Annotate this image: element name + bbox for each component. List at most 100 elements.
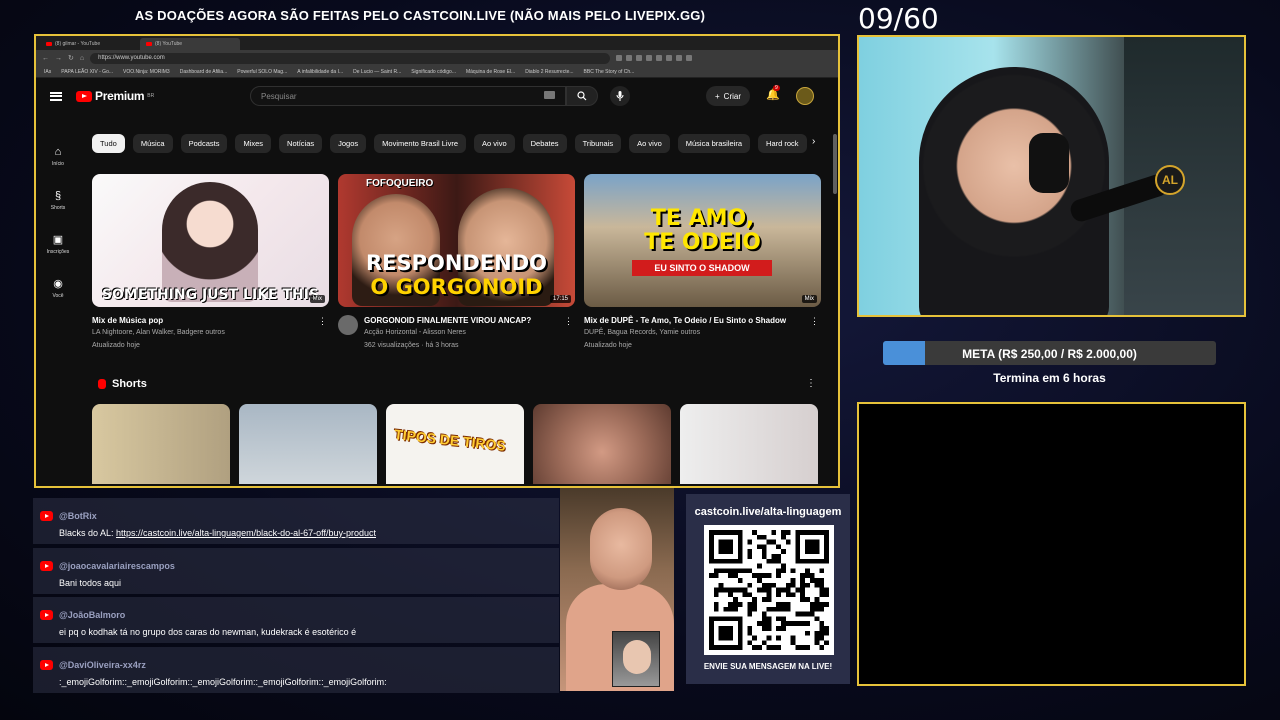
chip[interactable]: Podcasts: [180, 134, 228, 153]
chip[interactable]: Movimento Brasil Livre: [374, 134, 467, 153]
keyboard-icon[interactable]: [544, 91, 555, 99]
qr-panel: castcoin.live/alta-linguagem ENVIE SUA M…: [686, 494, 850, 684]
short-caption: TIPOS DE TIROS: [393, 426, 507, 454]
browser-tab-active[interactable]: (8) YouTube: [140, 38, 240, 50]
voice-search-button[interactable]: [610, 86, 630, 106]
extension-icon[interactable]: [676, 55, 683, 61]
search-button[interactable]: [566, 86, 598, 106]
video-stats: Atualizado hoje: [584, 342, 632, 349]
video-title[interactable]: GORGONOID FINALMENTE VIROU ANCAP?: [364, 315, 531, 326]
short-thumbnail[interactable]: [680, 404, 818, 484]
plus-icon: +: [715, 91, 720, 101]
subscriptions-icon: ▣: [52, 234, 64, 246]
address-bar[interactable]: https://www.youtube.com: [90, 52, 611, 64]
extension-icon[interactable]: [636, 55, 643, 61]
bookmark[interactable]: Diablo 2 Resurrecte...: [525, 69, 573, 75]
sidebar-item-home[interactable]: ⌂ Início: [36, 134, 80, 178]
chip[interactable]: Música: [132, 134, 173, 153]
chip[interactable]: Ao vivo: [629, 134, 670, 153]
bookmark[interactable]: Powerful SOLO Mag...: [237, 69, 287, 75]
inset-face: [623, 640, 651, 674]
thumbnail-caption-top: FOFOQUEIRO: [366, 178, 434, 189]
chip[interactable]: Tribunais: [574, 134, 622, 153]
extension-icon[interactable]: [656, 55, 663, 61]
bookmark[interactable]: IAs: [44, 69, 51, 75]
chip[interactable]: Hard rock: [758, 134, 807, 153]
video-thumbnail[interactable]: FOFOQUEIRO RESPONDENDO O GORGONOID 17:15: [338, 174, 575, 307]
chip[interactable]: Notícias: [279, 134, 323, 153]
chat-username: @joaocavalariairescampos: [59, 561, 175, 571]
more-options-icon[interactable]: ⋮: [318, 316, 327, 327]
you-icon: ◉: [53, 278, 63, 290]
bookmark[interactable]: Significado código...: [411, 69, 456, 75]
video-card[interactable]: SOMETHING JUST LIKE THIS Mix Mix de Músi…: [92, 174, 329, 352]
youtube-icon: [40, 660, 53, 670]
bookmark[interactable]: Dashboard de Afilia...: [180, 69, 228, 75]
chip[interactable]: Debates: [522, 134, 567, 153]
more-options-icon[interactable]: ⋮: [806, 378, 816, 389]
bookmark[interactable]: PAPA LEÃO XIV - Go...: [61, 69, 113, 75]
chat-text: ei pq o kodhak tá no grupo dos caras do …: [59, 627, 357, 637]
chip[interactable]: Jogos: [330, 134, 367, 153]
video-meta: Mix de DUPÊ - Te Amo, Te Odeio / Eu Sint…: [584, 315, 821, 352]
more-options-icon[interactable]: ⋮: [810, 316, 819, 327]
account-avatar[interactable]: [796, 87, 814, 105]
video-card[interactable]: TE AMO, TE ODEIO EU SINTO O SHADOW Mix M…: [584, 174, 821, 352]
home-icon[interactable]: ⌂: [80, 55, 84, 62]
extension-icon[interactable]: [646, 55, 653, 61]
reload-icon[interactable]: ↻: [68, 54, 74, 62]
short-thumbnail[interactable]: [533, 404, 671, 484]
channel-avatar[interactable]: [338, 315, 358, 335]
thumbnail-caption: TE ODEIO: [644, 230, 761, 255]
chip[interactable]: Mixes: [235, 134, 272, 153]
extension-icon[interactable]: [686, 55, 693, 61]
bookmark[interactable]: BBC The Story of Ch...: [584, 69, 635, 75]
create-button[interactable]: + Criar: [706, 86, 751, 106]
bookmark[interactable]: De Lucio — Saint R...: [353, 69, 401, 75]
search-input[interactable]: Pesquisar: [250, 86, 566, 106]
more-options-icon[interactable]: ⋮: [564, 316, 573, 327]
youtube-logo[interactable]: Premium BR: [76, 89, 154, 103]
sidebar-item-you[interactable]: ◉ Você: [36, 266, 80, 310]
chevron-right-icon[interactable]: ›: [812, 136, 815, 147]
video-title[interactable]: Mix de DUPÊ - Te Amo, Te Odeio / Eu Sint…: [584, 315, 786, 326]
extension-icon[interactable]: [616, 55, 623, 61]
notifications-bell-icon[interactable]: 🔔 9: [766, 85, 780, 101]
chip[interactable]: Música brasileira: [677, 134, 751, 153]
bookmarks-bar: IAs PAPA LEÃO XIV - Go... VOO.Ninja: MOR…: [36, 66, 838, 78]
mic-icon: [616, 91, 624, 101]
sidebar-item-subscriptions[interactable]: ▣ Inscrições: [36, 222, 80, 266]
scrollbar[interactable]: [833, 134, 838, 474]
chat-link[interactable]: https://castcoin.live/alta-linguagem/bla…: [116, 528, 376, 538]
video-thumbnail[interactable]: SOMETHING JUST LIKE THIS Mix: [92, 174, 329, 307]
extensions-bar: [616, 55, 693, 61]
short-thumbnail[interactable]: [92, 404, 230, 484]
browser-tabbar: (8) gilmar - YouTube (8) YouTube: [36, 36, 838, 50]
browser-tab[interactable]: (8) gilmar - YouTube: [40, 38, 140, 50]
video-thumbnail[interactable]: TE AMO, TE ODEIO EU SINTO O SHADOW Mix: [584, 174, 821, 307]
video-channel: Acção Horizontal - Alisson Neres: [364, 329, 466, 336]
sidebar-item-shorts[interactable]: § Shorts: [36, 178, 80, 222]
extension-icon[interactable]: [666, 55, 673, 61]
chip-all[interactable]: Tudo: [92, 134, 125, 153]
forward-icon[interactable]: →: [55, 55, 62, 62]
video-stats: 362 visualizações · há 3 horas: [364, 342, 459, 349]
video-meta: Mix de Música pop LA Nightoore, Alan Wal…: [92, 315, 329, 352]
thumbnail-band: EU SINTO O SHADOW: [632, 260, 772, 276]
qr-code[interactable]: [704, 525, 834, 655]
chip[interactable]: Ao vivo: [474, 134, 515, 153]
chat-message: @DaviOliveira-xx4rz :_emojiGolforim::_em…: [33, 647, 559, 693]
bookmark[interactable]: A infalibilidade da I...: [297, 69, 343, 75]
back-icon[interactable]: ←: [42, 55, 49, 62]
bookmark[interactable]: Máquina de Rose El...: [466, 69, 515, 75]
short-thumbnail[interactable]: [239, 404, 377, 484]
video-stats: Atualizado hoje: [92, 342, 140, 349]
video-title[interactable]: Mix de Música pop: [92, 315, 225, 326]
bookmark[interactable]: VOO.Ninja: MORIM3: [123, 69, 170, 75]
notification-badge: 9: [773, 85, 780, 91]
short-thumbnail[interactable]: TIPOS DE TIROS: [386, 404, 524, 484]
menu-icon[interactable]: [50, 91, 62, 101]
video-card[interactable]: FOFOQUEIRO RESPONDENDO O GORGONOID 17:15…: [338, 174, 575, 352]
scrollbar-thumb[interactable]: [833, 134, 837, 194]
extension-icon[interactable]: [626, 55, 633, 61]
